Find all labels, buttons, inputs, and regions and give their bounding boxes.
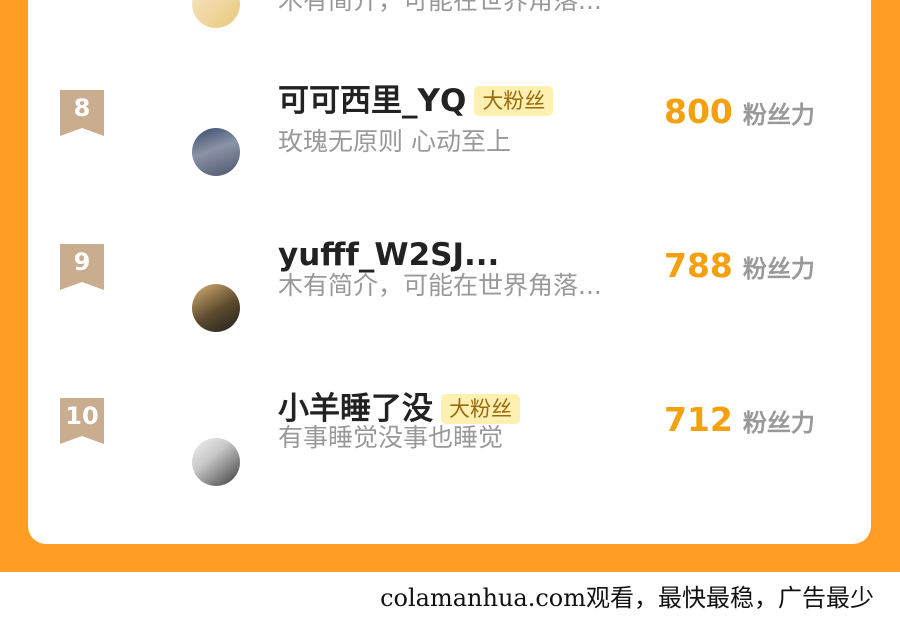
user-name[interactable]: yufff_W2SJ... [278, 236, 499, 274]
user-intro: 木有简介，可能在世界角落... [278, 0, 602, 15]
ranking-row-8[interactable]: 8 可可西里_YQ 大粉丝 玫瑰无原则 心动至上 800 粉丝力 [28, 83, 871, 220]
fan-power-value: 712 [664, 400, 733, 439]
avatar[interactable] [192, 438, 240, 486]
fan-power-unit: 粉丝力 [742, 409, 815, 437]
fan-power: 712 粉丝力 [664, 400, 815, 439]
fan-power-unit: 粉丝力 [742, 101, 815, 129]
fan-power: 800 粉丝力 [664, 92, 815, 131]
ranking-card: 木有简介，可能在世界角落... 8 可可西里_YQ 大粉丝 玫瑰无原则 心动至上… [28, 0, 871, 544]
fan-power: 788 粉丝力 [664, 246, 815, 285]
avatar[interactable] [192, 128, 240, 176]
rank-number: 10 [65, 402, 99, 430]
rank-number: 9 [73, 248, 91, 276]
fan-power-value: 788 [664, 246, 733, 285]
ranking-row-10[interactable]: 10 小羊睡了没 大粉丝 有事睡觉没事也睡觉 712 粉丝力 [28, 391, 871, 528]
rank-badge: 9 [60, 244, 104, 290]
rank-badge: 10 [60, 398, 104, 444]
user-intro: 有事睡觉没事也睡觉 [278, 423, 504, 452]
user-intro: 玫瑰无原则 心动至上 [278, 127, 511, 156]
rank-number: 8 [73, 94, 91, 122]
avatar[interactable] [192, 0, 240, 28]
user-name[interactable]: 可可西里_YQ [278, 82, 466, 120]
rank-badge: 8 [60, 90, 104, 136]
footer-watermark: colamanhua.com观看，最快最稳，广告最少 [380, 584, 874, 612]
avatar[interactable] [192, 284, 240, 332]
fan-power-unit: 粉丝力 [742, 255, 815, 283]
ranking-row-partial[interactable]: 木有简介，可能在世界角落... [28, 0, 871, 28]
fan-power-value: 800 [664, 92, 733, 131]
user-intro: 木有简介，可能在世界角落... [278, 271, 602, 300]
fan-tag: 大粉丝 [474, 86, 554, 116]
fan-tag: 大粉丝 [441, 394, 520, 424]
ranking-row-9[interactable]: 9 yufff_W2SJ... 木有简介，可能在世界角落... 788 粉丝力 [28, 237, 871, 374]
